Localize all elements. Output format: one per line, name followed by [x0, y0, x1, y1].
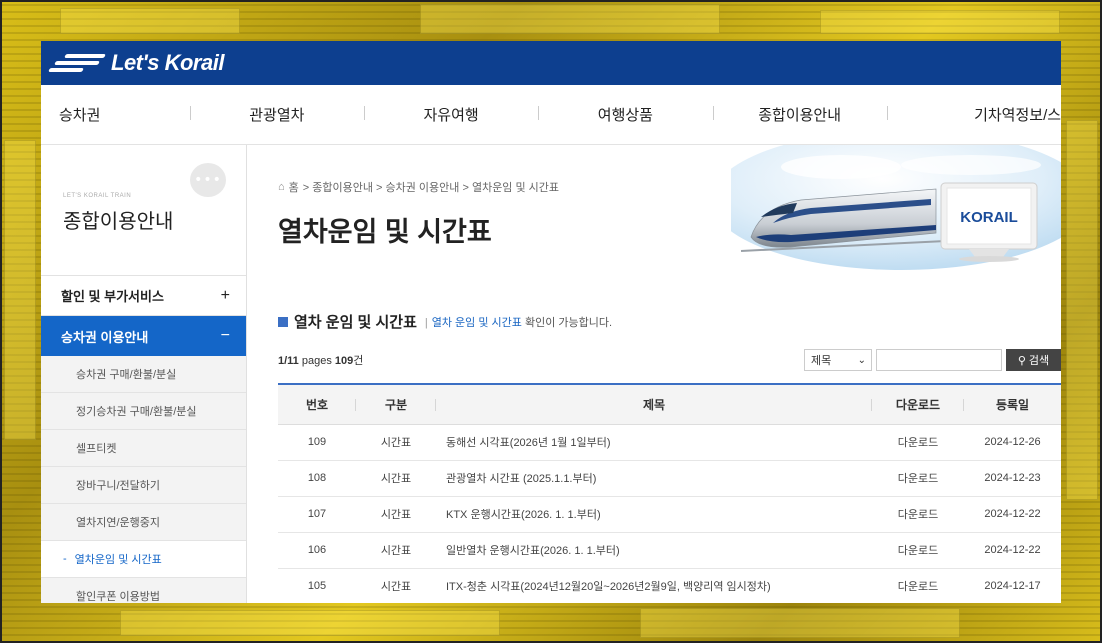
- page-hero: ⌂ 홈 > 종합이용안내 > 승차권 이용안내 > 열차운임 및 시간표 열차운…: [247, 145, 1061, 270]
- pages-word: pages: [301, 355, 332, 367]
- row-date: 2024-12-22: [964, 496, 1061, 533]
- table-row: 106 시간표 일반열차 운행시간표(2026. 1. 1.부터) 다운로드 2…: [278, 532, 1061, 569]
- sidebar-item-season-ticket[interactable]: 정기승차권 구매/환불/분실: [41, 393, 246, 430]
- breadcrumb-home[interactable]: 홈: [289, 179, 299, 195]
- section-title: 열차 운임 및 시간표: [294, 314, 417, 331]
- row-category: 시간표: [356, 568, 436, 603]
- sidebar-item-fare-timetable[interactable]: 열차운임 및 시간표: [41, 541, 246, 578]
- row-category: 시간표: [356, 424, 436, 461]
- row-number: 107: [278, 496, 356, 533]
- sidebar-group-label: 승차권 이용안내: [61, 329, 149, 345]
- row-title-link[interactable]: 일반열차 운행시간표(2026. 1. 1.부터): [436, 532, 872, 569]
- row-category: 시간표: [356, 460, 436, 497]
- collapse-minus-icon[interactable]: −: [221, 327, 230, 345]
- row-number: 106: [278, 532, 356, 569]
- table-row: 108 시간표 관광열차 시간표 (2025.1.1.부터) 다운로드 2024…: [278, 460, 1061, 497]
- section-header: 열차 운임 및 시간표 | 열차 운임 및 시간표 확인이 가능합니다.: [278, 311, 612, 332]
- row-date: 2024-12-23: [964, 460, 1061, 497]
- korail-badge-text: KORAIL: [960, 209, 1018, 226]
- row-date: 2024-12-17: [964, 568, 1061, 603]
- gnb-item-tickets[interactable]: 승차권: [41, 104, 190, 125]
- train-hero-illustration: KORAIL: [731, 145, 1061, 270]
- search-button-label: 검색: [1028, 355, 1050, 367]
- speech-bubble-icon: •••: [190, 163, 226, 197]
- gnb-item-free-travel[interactable]: 자유여행: [363, 104, 538, 125]
- count-unit: 건: [353, 355, 364, 367]
- section-divider: |: [424, 316, 428, 329]
- row-download-link[interactable]: 다운로드: [872, 496, 964, 533]
- row-download-link[interactable]: 다운로드: [872, 568, 964, 603]
- section-desc-link[interactable]: 열차 운임 및 시간표: [432, 317, 522, 329]
- home-icon[interactable]: ⌂: [278, 181, 285, 193]
- page-index: 1/11: [278, 355, 299, 367]
- section-description: | 열차 운임 및 시간표 확인이 가능합니다.: [423, 314, 612, 330]
- row-download-link[interactable]: 다운로드: [872, 532, 964, 569]
- section-desc-text: 확인이 가능합니다.: [521, 316, 613, 329]
- row-download-link[interactable]: 다운로드: [872, 460, 964, 497]
- gnb-item-travel-products[interactable]: 여행상품: [538, 104, 712, 125]
- breadcrumb-path[interactable]: > 종합이용안내 > 승차권 이용안내 > 열차운임 및 시간표: [303, 179, 559, 195]
- col-header-category: 구분: [356, 384, 436, 425]
- row-number: 105: [278, 568, 356, 603]
- search-button[interactable]: ⚲ 검색: [1006, 349, 1061, 371]
- timetable-list: 번호 구분 제목 다운로드 등록일 109 시간표 동해선 시각표(2026년 …: [278, 383, 1061, 603]
- row-category: 시간표: [356, 496, 436, 533]
- korail-logo[interactable]: Let's Korail: [47, 50, 224, 76]
- row-number: 109: [278, 424, 356, 461]
- sidebar-group-discount[interactable]: 할인 및 부가서비스 +: [41, 276, 246, 316]
- sidebar-item-delay[interactable]: 열차지연/운행중지: [41, 504, 246, 541]
- top-header: Let's Korail: [41, 41, 1061, 85]
- sidebar-group-ticket-guide[interactable]: 승차권 이용안내 −: [41, 316, 246, 356]
- global-navigation: 승차권 관광열차 자유여행 여행상품 종합이용안내 기차역정보/스: [41, 85, 1061, 145]
- sidebar-group-label: 할인 및 부가서비스: [61, 289, 164, 304]
- table-row: 109 시간표 동해선 시각표(2026년 1월 1일부터) 다운로드 2024…: [278, 424, 1061, 461]
- page-count: 1/11 pages 109건: [278, 352, 363, 368]
- gnb-item-guide[interactable]: 종합이용안내: [712, 104, 887, 125]
- sidebar-caption: LET'S KORAIL TRAIN: [63, 193, 132, 199]
- table-row: 107 시간표 KTX 운행시간표(2026. 1. 1.부터) 다운로드 20…: [278, 496, 1061, 533]
- browser-window: Let's Korail 승차권 관광열차 자유여행 여행상품 종합이용안내 기…: [41, 41, 1061, 603]
- sidebar-item-cart[interactable]: 장바구니/전달하기: [41, 467, 246, 504]
- sidebar: LET'S KORAIL TRAIN 종합이용안내 ••• 할인 및 부가서비스…: [41, 145, 247, 603]
- search-box: 제목 ⌄ ⚲ 검색: [804, 349, 1061, 371]
- row-date: 2024-12-26: [964, 424, 1061, 461]
- search-input[interactable]: [876, 349, 1002, 371]
- chevron-down-icon: ⌄: [857, 354, 866, 366]
- sidebar-header: LET'S KORAIL TRAIN 종합이용안내 •••: [41, 145, 246, 276]
- row-title-link[interactable]: KTX 운행시간표(2026. 1. 1.부터): [436, 496, 872, 533]
- search-icon: ⚲: [1017, 354, 1026, 367]
- row-title-link[interactable]: 동해선 시각표(2026년 1월 1일부터): [436, 424, 872, 461]
- row-title-link[interactable]: 관광열차 시간표 (2025.1.1.부터): [436, 460, 872, 497]
- sidebar-item-self-ticket[interactable]: 셀프티켓: [41, 430, 246, 467]
- col-header-date: 등록일: [964, 384, 1061, 425]
- sidebar-title: 종합이용안내: [63, 211, 174, 233]
- row-category: 시간표: [356, 532, 436, 569]
- table-row: 105 시간표 ITX-청춘 시각표(2024년12월20일~2026년2월9일…: [278, 568, 1061, 603]
- list-toolbar: 1/11 pages 109건 제목 ⌄ ⚲ 검색: [278, 349, 1061, 371]
- col-header-title: 제목: [436, 384, 872, 425]
- row-download-link[interactable]: 다운로드: [872, 424, 964, 461]
- row-number: 108: [278, 460, 356, 497]
- col-header-number: 번호: [278, 384, 356, 425]
- total-count: 109: [334, 355, 354, 367]
- main-content: ⌂ 홈 > 종합이용안내 > 승차권 이용안내 > 열차운임 및 시간표 열차운…: [247, 145, 1061, 603]
- row-date: 2024-12-22: [964, 532, 1061, 569]
- logo-stripes-icon: [47, 52, 106, 74]
- row-title-link[interactable]: ITX-청춘 시각표(2024년12월20일~2026년2월9일, 백양리역 임…: [436, 568, 872, 603]
- gnb-item-station-info[interactable]: 기차역정보/스: [886, 104, 1061, 125]
- sidebar-item-coupon[interactable]: 할인쿠폰 이용방법: [41, 578, 246, 603]
- col-header-download: 다운로드: [872, 384, 964, 425]
- gnb-item-tour-trains[interactable]: 관광열차: [189, 104, 364, 125]
- section-bullet-icon: [278, 316, 288, 327]
- search-field-select[interactable]: 제목 ⌄: [804, 349, 872, 371]
- sidebar-item-ticket-purchase[interactable]: 승차권 구매/환불/분실: [41, 356, 246, 393]
- expand-plus-icon[interactable]: +: [221, 287, 230, 305]
- search-field-value: 제목: [811, 355, 832, 367]
- logo-text: Let's Korail: [111, 50, 224, 75]
